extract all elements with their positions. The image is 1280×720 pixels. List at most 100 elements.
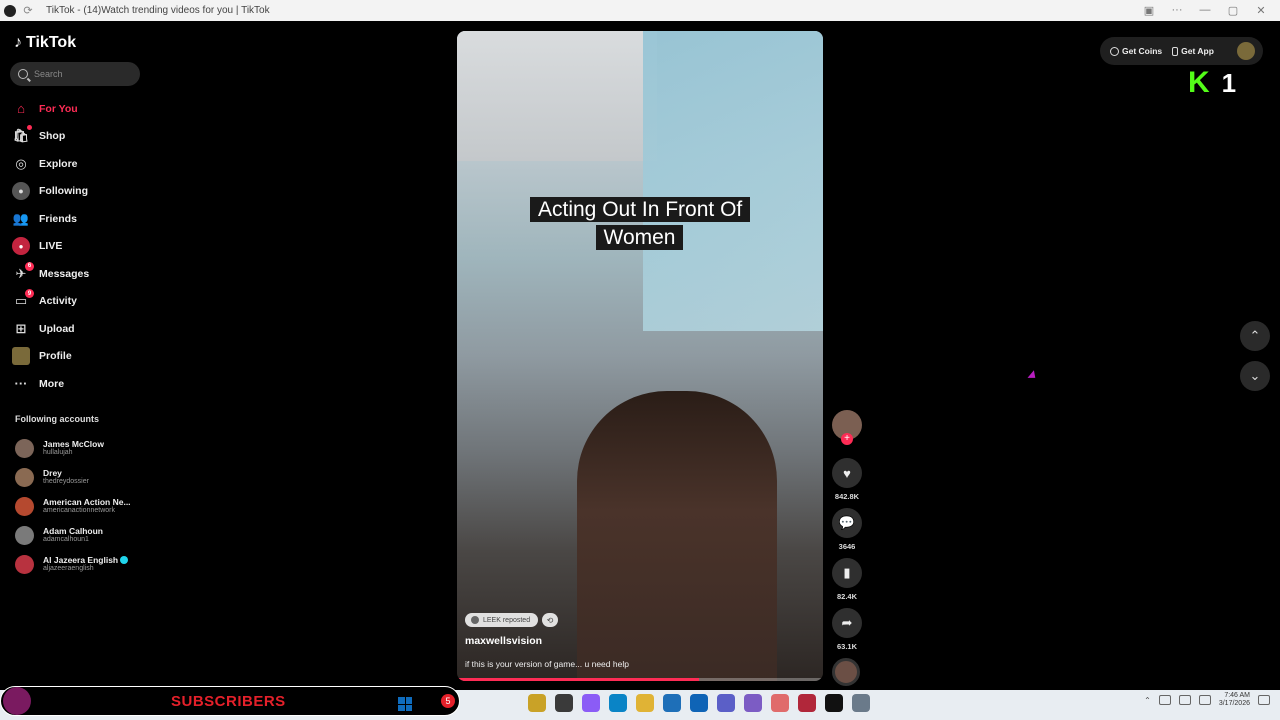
following-account[interactable]: American Action Ne... americanactionnetw… [15,492,145,521]
volume-icon[interactable] [1178,695,1191,706]
sidebar-item-messages[interactable]: ✈ 6 Messages [12,260,142,288]
outlook-icon[interactable] [690,694,708,712]
sidebar-item-activity[interactable]: ▭ 9 Activity [12,288,142,316]
live-icon: ● [12,237,30,256]
clock[interactable]: 7:46 AM 3/17/2026 [1219,692,1250,709]
following-account[interactable]: Adam Calhoun adamcalhoun1 [15,521,145,550]
user-avatar[interactable] [1237,42,1255,60]
upload-icon: ⊞ [15,320,27,336]
video-frame-sky [643,31,823,331]
sidebar-item-more[interactable]: ··· More [12,370,142,398]
app-icon[interactable] [771,694,789,712]
sidebar-item-live[interactable]: ● LIVE [12,233,142,261]
sidebar-item-following[interactable]: ● Following [12,178,142,206]
store-icon[interactable] [663,694,681,712]
sidebar-item-profile[interactable]: Profile [12,343,142,371]
tiktok-favicon-icon [4,4,16,17]
messages-badge: 6 [25,261,34,271]
repost-badge[interactable]: LEEK reposted [465,613,539,627]
clock-date: 3/17/2026 [1218,700,1250,708]
sidebar-item-for-you[interactable]: ⌂ For You [12,95,142,123]
sidebar-item-label: Friends [39,212,77,225]
save-button[interactable]: ▮ [832,558,862,588]
minimize-icon[interactable]: — [1194,4,1216,17]
maximize-icon[interactable]: ▢ [1222,4,1244,17]
next-video-button[interactable]: ⌄ [1240,361,1270,391]
chevron-down-icon: ⌄ [1249,368,1261,383]
messenger-icon[interactable] [744,694,762,712]
close-icon[interactable]: ✕ [1250,4,1272,17]
tiktok-note-icon: ♪ [14,34,22,51]
sidebar-item-upload[interactable]: ⊞ Upload [12,315,142,343]
sidebar-item-label: Upload [39,322,75,335]
tiktok-logo[interactable]: ♪ TikTok [14,34,76,52]
activity-icon: ▭ 9 [12,289,34,310]
action-rail: + ♥ 842.8K 💬 3646 ▮ 82.4K ➦ 63.1K [832,410,862,686]
following-account[interactable]: James McClow hullalujah [15,434,145,463]
coin-icon [1110,46,1119,56]
previous-video-button[interactable]: ⌃ [1240,321,1270,351]
following-account[interactable]: Drey thedreydossier [15,463,145,492]
video-caption-text: Acting Out In Front Of Women [530,197,751,250]
system-tray: ⌃ 7:46 AM 3/17/2026 [1144,692,1270,709]
browser-titlebar: ⟳ TikTok - (14)Watch trending videos for… [0,0,1280,21]
sidebar-item-friends[interactable]: 👥 Friends [12,205,142,233]
app-menu-icon[interactable]: ▣ [1138,4,1160,17]
following-accounts-list: James McClow hullalujah Drey thedreydoss… [15,434,145,579]
search-input[interactable] [34,69,134,79]
share-button[interactable]: ➦ [832,608,862,638]
avatar [15,497,34,516]
like-button[interactable]: ♥ [832,458,862,488]
chevron-up-icon: ⌃ [1249,328,1261,343]
comment-button[interactable]: 💬 [832,508,862,538]
avatar [15,555,34,574]
music-disc-icon[interactable] [832,658,860,686]
refresh-icon[interactable]: ⟳ [16,4,40,17]
account-name: Drey [43,468,62,478]
video-frame-roof [457,31,657,161]
sidebar-item-label: LIVE [39,240,63,253]
sidebar-item-explore[interactable]: ◎ Explore [12,150,142,178]
battery-icon[interactable] [1198,695,1211,706]
sidebar: ♪ TikTok ⌂ For You 🛍 Shop ◎ Explore ● Fo… [0,21,150,686]
sidebar-item-label: Explore [39,157,78,170]
compass-icon: ◎ [15,155,27,171]
obs-icon[interactable] [798,694,816,712]
video-progress-bar[interactable] [457,678,823,681]
settings-icon[interactable] [852,694,870,712]
like-count: 842.8K [834,492,860,501]
folder-icon[interactable] [636,694,654,712]
windows-start-icon[interactable] [398,697,412,711]
search-box[interactable] [10,62,140,86]
kick-logo-icon: K [1188,66,1210,99]
follow-plus-icon[interactable]: + [841,433,853,445]
chevron-up-icon[interactable]: ⌃ [1144,696,1151,705]
shop-icon: 🛍 [12,125,32,145]
home-icon: ⌂ [17,101,25,117]
video-username[interactable]: maxwellsvision [465,635,542,647]
file-explorer-icon[interactable] [555,694,573,712]
teams-icon[interactable] [717,694,735,712]
subscribers-count: 5 [441,694,455,708]
logo-text: TikTok [26,34,77,51]
tiktok-taskbar-icon[interactable] [825,694,843,712]
network-icon[interactable] [1158,695,1171,706]
following-account[interactable]: Al Jazeera English aljazeeraenglish [15,550,145,579]
video-player[interactable]: Acting Out In Front Of Women LEEK repost… [457,31,823,681]
avatar [15,526,34,545]
get-app-button[interactable]: Get App [1172,46,1214,56]
repost-label: LEEK reposted [483,616,531,624]
repost-icon[interactable]: ⟲ [542,613,558,627]
sidebar-item-shop[interactable]: 🛍 Shop [12,123,142,151]
account-handle: thedreydossier [43,478,89,486]
copilot-icon[interactable] [582,694,600,712]
sidebar-nav: ⌂ For You 🛍 Shop ◎ Explore ● Following 👥… [12,95,142,398]
sidebar-item-label: Following [39,185,88,198]
creator-avatar[interactable]: + [832,410,862,445]
edge-icon[interactable] [609,694,627,712]
get-coins-button[interactable]: Get Coins [1110,46,1162,56]
account-name: Al Jazeera English [43,556,129,566]
widgets-icon[interactable] [528,694,546,712]
more-options-icon[interactable]: ··· [1166,4,1188,17]
notifications-icon[interactable] [1258,695,1270,706]
